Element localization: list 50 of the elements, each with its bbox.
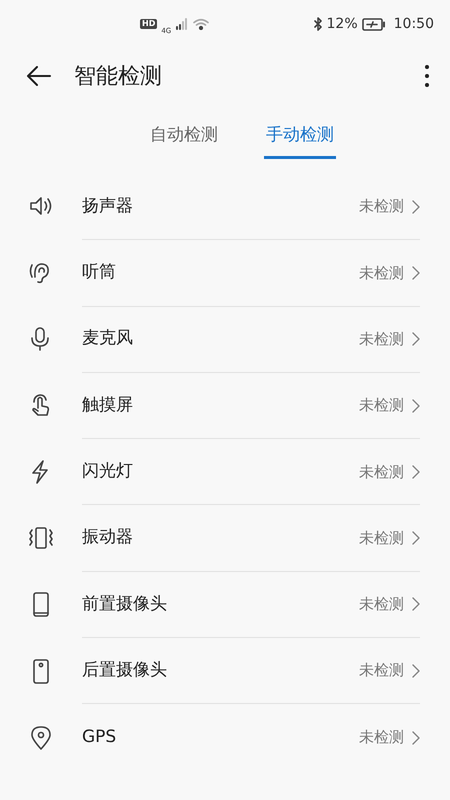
wifi-icon: [193, 18, 210, 30]
list-item[interactable]: 前置摄像头 未检测: [0, 572, 450, 638]
chevron-right-icon: [412, 664, 420, 678]
page-title: 智能检测: [74, 62, 162, 90]
item-status: 未检测: [359, 727, 404, 748]
item-status: 未检测: [359, 660, 404, 682]
item-label: 触摸屏: [82, 394, 133, 417]
battery-percentage: 12%: [326, 14, 358, 34]
item-label: 麦克风: [82, 327, 133, 350]
back-icon[interactable]: [26, 66, 52, 86]
location-pin-icon: [28, 725, 54, 750]
chevron-right-icon: [412, 266, 420, 280]
hd-indicator: HD: [140, 19, 158, 29]
item-status: 未检测: [359, 528, 404, 549]
bluetooth-icon: [312, 17, 323, 31]
list-item[interactable]: 听筒 未检测: [0, 240, 450, 307]
list-item[interactable]: 振动器 未检测: [0, 505, 450, 572]
signal-icon: [175, 18, 190, 30]
item-status: 未检测: [359, 196, 404, 218]
list-item[interactable]: 麦克风 未检测: [0, 306, 450, 373]
item-label: 闪光灯: [82, 460, 133, 484]
chevron-right-icon: [412, 597, 420, 612]
tab[interactable]: 自动检测: [148, 118, 220, 160]
battery-charging-icon: [362, 18, 386, 30]
clock: 10:50: [394, 14, 434, 34]
item-label: 振动器: [82, 526, 133, 550]
phone-vibration-icon: [28, 526, 54, 552]
item-label: 听筒: [82, 261, 116, 284]
item-label: 前置摄像头: [82, 592, 167, 616]
item-label: 扬声器: [82, 194, 133, 218]
chevron-right-icon: [412, 332, 420, 346]
list-item[interactable]: GPS 未检测: [0, 704, 450, 771]
chevron-right-icon: [412, 730, 420, 745]
list-item[interactable]: 触摸屏 未检测: [0, 372, 450, 440]
list-item[interactable]: 闪光灯 未检测: [0, 439, 450, 506]
chevron-right-icon: [412, 200, 420, 214]
item-status: 未检测: [359, 462, 404, 483]
chevron-right-icon: [412, 464, 420, 479]
item-label: 后置摄像头: [82, 658, 167, 682]
chevron-right-icon: [412, 398, 420, 413]
item-status: 未检测: [359, 328, 404, 350]
item-status: 未检测: [359, 262, 404, 284]
list-item[interactable]: 扬声器 未检测: [0, 174, 450, 240]
item-status: 未检测: [359, 395, 404, 416]
tab[interactable]: 手动检测: [264, 118, 336, 160]
chevron-right-icon: [412, 531, 420, 546]
more-menu-icon[interactable]: [424, 64, 430, 88]
item-status: 未检测: [359, 594, 404, 616]
list-item[interactable]: 后置摄像头 未检测: [0, 638, 450, 704]
item-label: GPS: [82, 726, 116, 749]
